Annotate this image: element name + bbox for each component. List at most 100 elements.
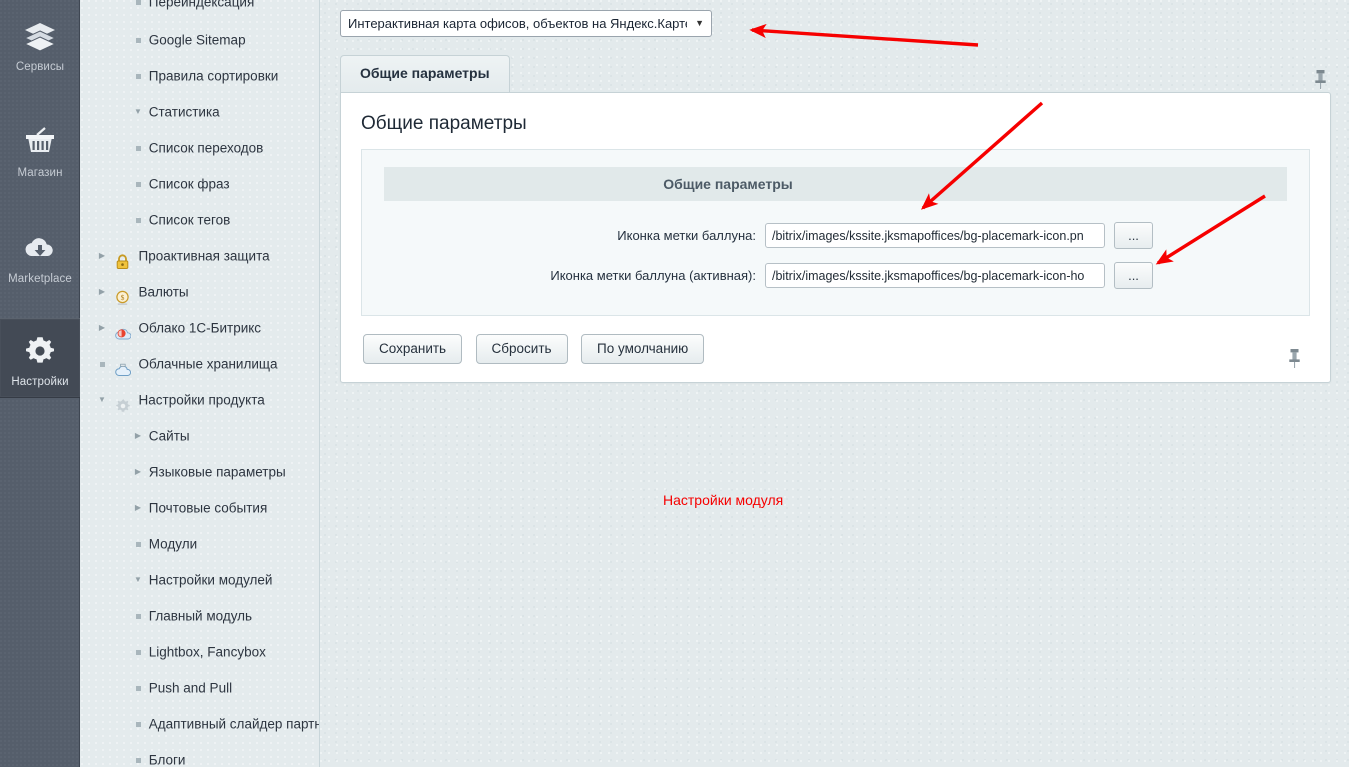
chevron-right-icon[interactable]: ▶ xyxy=(95,310,109,346)
form-row-placemark-icon-hover: Иконка метки баллуна (активная): ... xyxy=(362,262,1309,289)
module-select-wrapper: Интерактивная карта офисов, объектов на … xyxy=(340,10,712,37)
tree-item-lightbox-fancybox[interactable]: Lightbox, Fancybox xyxy=(81,634,319,670)
tree-item-label: Lightbox, Fancybox xyxy=(148,644,266,660)
chevron-down-icon[interactable]: ▼ xyxy=(131,562,145,598)
admin-page: Сервисы Магазин Marketplace Настройки Пе… xyxy=(0,0,1349,767)
placemark-icon-hover-browse-button[interactable]: ... xyxy=(1114,262,1153,289)
currency-icon: $ xyxy=(113,284,133,306)
bullet-icon xyxy=(131,58,145,94)
tree-item-modules[interactable]: Модули xyxy=(81,526,319,562)
chevron-right-icon[interactable]: ▶ xyxy=(131,490,145,526)
bullet-icon xyxy=(131,166,145,202)
gear-small-icon xyxy=(113,392,133,413)
bullet-icon xyxy=(131,598,145,634)
tree-item-label: Почтовые события xyxy=(148,500,268,516)
tree-item-label: Push and Pull xyxy=(148,680,233,696)
chevron-right-icon[interactable]: ▶ xyxy=(131,418,145,454)
bullet-icon xyxy=(131,706,145,742)
tree-item-sort-rules[interactable]: Правила сортировки xyxy=(81,58,319,94)
tree-item-sites[interactable]: ▶ Сайты xyxy=(81,418,319,454)
tree-item-cloud-storage[interactable]: Облачные хранилища xyxy=(81,346,319,382)
form-section-header: Общие параметры xyxy=(384,167,1287,201)
bullet-icon xyxy=(131,526,145,562)
layers-icon xyxy=(0,16,80,56)
tree-item-label: Настройки продукта xyxy=(138,392,265,408)
tree-item-label: Проактивная защита xyxy=(138,248,270,264)
basket-icon xyxy=(0,122,80,162)
tree-item-label: Переиндексация xyxy=(148,0,255,10)
bullet-icon xyxy=(131,634,145,670)
tree-item-mail-events[interactable]: ▶ Почтовые события xyxy=(81,490,319,526)
tree-item-statistics[interactable]: ▼ Статистика xyxy=(81,94,319,130)
cloud-storage-icon xyxy=(113,356,133,377)
placemark-icon-input[interactable] xyxy=(765,223,1105,248)
save-button[interactable]: Сохранить xyxy=(363,334,463,364)
tree-item-product-settings[interactable]: ▼ Настройки продукта xyxy=(81,382,319,418)
tree-item-label: Настройки модулей xyxy=(148,572,273,588)
tree-item-label: Валюты xyxy=(138,284,189,300)
rail-item-label: Marketplace xyxy=(8,273,72,285)
bullet-icon xyxy=(131,22,145,58)
tree-item-adaptive-partner-slider[interactable]: Адаптивный слайдер партн xyxy=(81,706,319,742)
chevron-right-icon[interactable]: ▶ xyxy=(95,274,109,310)
placemark-icon-hover-input[interactable] xyxy=(765,263,1105,288)
tree-item-phrases-list[interactable]: Список фраз xyxy=(81,166,319,202)
tree-item-reindex[interactable]: Переиндексация xyxy=(81,0,319,22)
tab-common-parameters[interactable]: Общие параметры xyxy=(340,55,510,92)
bullet-icon xyxy=(131,742,145,767)
module-select[interactable]: Интерактивная карта офисов, объектов на … xyxy=(340,10,712,37)
tab-strip: Общие параметры xyxy=(340,55,1331,92)
tree-item-bitrix-cloud[interactable]: ▶ Облако 1С-Битрикс xyxy=(81,310,319,346)
form-block: Общие параметры Иконка метки баллуна: ..… xyxy=(361,149,1310,316)
chevron-right-icon[interactable]: ▶ xyxy=(95,238,109,274)
cloud-bitrix-icon xyxy=(113,320,133,340)
page-title: Общие параметры xyxy=(361,113,527,134)
main-content: Интерактивная карта офисов, объектов на … xyxy=(340,10,1331,383)
reset-button[interactable]: Сбросить xyxy=(475,334,568,364)
tree-item-label: Статистика xyxy=(148,104,220,120)
cloud-download-icon xyxy=(0,228,80,268)
tree-item-label: Список фраз xyxy=(148,176,230,192)
rail-item-label: Магазин xyxy=(17,167,63,179)
tree-item-label: Список тегов xyxy=(148,212,231,228)
tree-item-blogs[interactable]: Блоги xyxy=(81,742,319,767)
tree-item-push-and-pull[interactable]: Push and Pull xyxy=(81,670,319,706)
tree-item-proactive-protection[interactable]: ▶ Проактивная защита xyxy=(81,238,319,274)
tree-item-main-module[interactable]: Главный модуль xyxy=(81,598,319,634)
tree-item-tags-list[interactable]: Список тегов xyxy=(81,202,319,238)
action-buttons: Сохранить Сбросить По умолчанию xyxy=(341,316,1330,364)
pin-icon[interactable] xyxy=(1286,347,1303,369)
tree-item-google-sitemap[interactable]: Google Sitemap xyxy=(81,22,319,58)
rail-item-settings[interactable]: Настройки xyxy=(0,318,80,398)
field-label: Иконка метки баллуна (активная): xyxy=(550,268,756,283)
lock-icon xyxy=(113,248,133,270)
svg-text:$: $ xyxy=(121,294,125,303)
tree-item-transitions-list[interactable]: Список переходов xyxy=(81,130,319,166)
tree-item-module-settings[interactable]: ▼ Настройки модулей xyxy=(81,562,319,598)
tree-item-label: Модули xyxy=(148,536,198,552)
chevron-down-icon[interactable]: ▼ xyxy=(131,94,145,130)
navigation-tree[interactable]: Переиндексация Google Sitemap Правила со… xyxy=(81,0,320,767)
chevron-right-icon[interactable]: ▶ xyxy=(131,454,145,490)
chevron-down-icon[interactable]: ▼ xyxy=(95,382,109,418)
rail-item-services[interactable]: Сервисы xyxy=(0,4,80,82)
tree-item-label: Google Sitemap xyxy=(148,32,246,48)
rail-item-label: Настройки xyxy=(11,376,69,388)
pin-icon[interactable] xyxy=(1312,68,1329,90)
placemark-icon-browse-button[interactable]: ... xyxy=(1114,222,1153,249)
bullet-icon xyxy=(131,670,145,706)
default-button[interactable]: По умолчанию xyxy=(581,334,705,364)
bullet-icon xyxy=(95,346,109,382)
tree-item-label: Блоги xyxy=(148,752,186,767)
tree-item-language-params[interactable]: ▶ Языковые параметры xyxy=(81,454,319,490)
bullet-icon xyxy=(131,130,145,166)
tree-item-label: Список переходов xyxy=(148,140,264,156)
rail-item-marketplace[interactable]: Marketplace xyxy=(0,216,80,294)
tree-item-currencies[interactable]: ▶ $ Валюты xyxy=(81,274,319,310)
gear-icon xyxy=(0,331,80,371)
tree-item-label: Языковые параметры xyxy=(148,464,286,480)
form-row-placemark-icon: Иконка метки баллуна: ... xyxy=(362,222,1309,249)
rail-item-store[interactable]: Магазин xyxy=(0,110,80,188)
tree-item-label: Адаптивный слайдер партн xyxy=(148,716,319,732)
tree-item-label: Облако 1С-Битрикс xyxy=(138,320,262,336)
